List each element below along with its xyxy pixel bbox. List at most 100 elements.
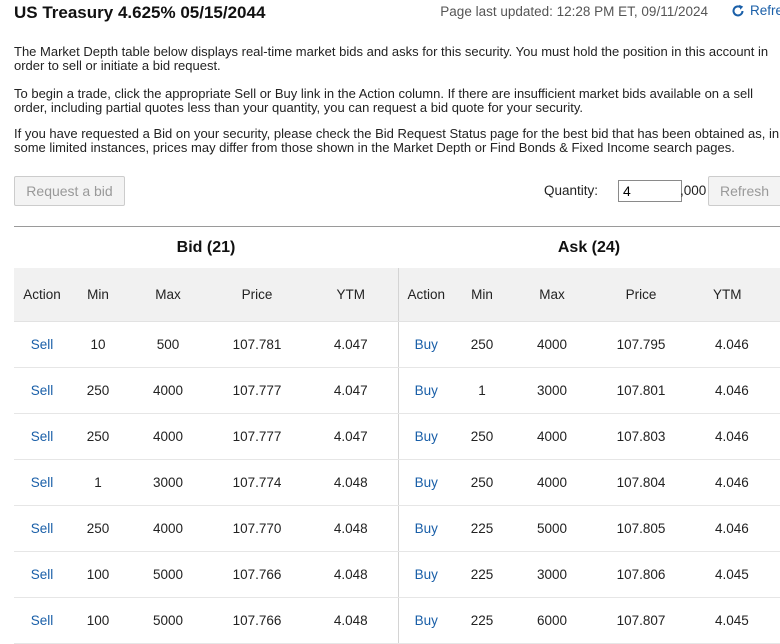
sell-link[interactable]: Sell [31,337,54,352]
bid-price-cell: 107.774 [210,459,304,506]
info-paragraph-3: If you have requested a Bid on your secu… [14,126,780,155]
market-depth-table: Action Min Max Price YTM Action Min Max … [14,268,780,644]
ask-ytm-cell: 4.046 [688,459,780,506]
buy-link[interactable]: Buy [415,567,438,582]
last-updated-text: Page last updated: 12:28 PM ET, 09/11/20… [440,4,708,19]
page-title: US Treasury 4.625% 05/15/2044 [14,3,266,22]
bid-price-cell: 107.777 [210,367,304,414]
bid-price-cell: 107.766 [210,597,304,644]
sell-link[interactable]: Sell [31,383,54,398]
table-row: Sell 100 5000 107.766 4.048 Buy 225 6000… [14,597,780,644]
bid-ytm-cell: 4.047 [304,413,399,460]
bid-min-cell: 10 [70,321,126,368]
ask-ytm-cell: 4.045 [688,551,780,598]
ask-min-cell: 225 [454,505,510,552]
info-paragraph-2: To begin a trade, click the appropriate … [14,86,753,115]
buy-link[interactable]: Buy [415,521,438,536]
bid-ytm-cell: 4.047 [304,321,399,368]
bid-price-cell: 107.781 [210,321,304,368]
bid-price-cell: 107.766 [210,551,304,598]
bid-min-cell: 1 [70,459,126,506]
sell-link[interactable]: Sell [31,475,54,490]
ask-ytm-cell: 4.046 [688,413,780,460]
quantity-suffix: ,000 [680,183,707,198]
ask-min-cell: 225 [454,551,510,598]
ask-max-cell: 4000 [510,459,594,506]
bid-min-cell: 250 [70,367,126,414]
ask-col-action: Action [398,268,454,322]
ask-price-cell: 107.801 [594,367,688,414]
ask-max-cell: 5000 [510,505,594,552]
ask-min-cell: 250 [454,459,510,506]
ask-col-max: Max [510,268,594,322]
ask-price-cell: 107.805 [594,505,688,552]
bid-ytm-cell: 4.048 [304,505,399,552]
request-bid-button[interactable]: Request a bid [14,176,125,206]
table-row: Sell 100 5000 107.766 4.048 Buy 225 3000… [14,551,780,598]
info-paragraph-1: The Market Depth table below displays re… [14,44,769,73]
refresh-button[interactable]: Refresh [708,176,780,206]
bid-min-cell: 100 [70,551,126,598]
buy-link[interactable]: Buy [415,613,438,628]
ask-col-min: Min [454,268,510,322]
bid-price-cell: 107.777 [210,413,304,460]
quantity-input[interactable] [618,180,682,202]
table-row: Sell 250 4000 107.777 4.047 Buy 250 4000… [14,413,780,460]
ask-col-price: Price [594,268,688,322]
bid-ytm-cell: 4.047 [304,367,399,414]
sell-link[interactable]: Sell [31,567,54,582]
table-header-row: Action Min Max Price YTM Action Min Max … [14,268,780,322]
buy-link[interactable]: Buy [415,475,438,490]
ask-max-cell: 3000 [510,551,594,598]
refresh-link[interactable]: Refresh [731,3,780,18]
ask-title: Ask (24) [557,239,621,256]
bid-price-cell: 107.770 [210,505,304,552]
bid-ytm-cell: 4.048 [304,551,399,598]
table-row: Sell 250 4000 107.777 4.047 Buy 1 3000 1… [14,367,780,414]
buy-link[interactable]: Buy [415,429,438,444]
table-row: Sell 1 3000 107.774 4.048 Buy 250 4000 1… [14,459,780,506]
page-header: US Treasury 4.625% 05/15/2044 Page last … [14,0,780,26]
section-divider [14,226,780,227]
refresh-link-label[interactable]: Refresh [750,3,780,18]
bid-max-cell: 5000 [126,597,210,644]
ask-col-ytm: YTM [688,268,780,322]
ask-min-cell: 250 [454,413,510,460]
ask-min-cell: 250 [454,321,510,368]
bid-max-cell: 4000 [126,367,210,414]
ask-price-cell: 107.806 [594,551,688,598]
bid-max-cell: 4000 [126,505,210,552]
ask-max-cell: 6000 [510,597,594,644]
ask-max-cell: 4000 [510,413,594,460]
ask-ytm-cell: 4.046 [688,367,780,414]
ask-price-cell: 107.804 [594,459,688,506]
sell-link[interactable]: Sell [31,613,54,628]
buy-link[interactable]: Buy [415,337,438,352]
bid-title: Bid (21) [176,239,236,256]
ask-max-cell: 4000 [510,321,594,368]
ask-max-cell: 3000 [510,367,594,414]
table-row: Sell 10 500 107.781 4.047 Buy 250 4000 1… [14,321,780,368]
ask-ytm-cell: 4.045 [688,597,780,644]
bid-max-cell: 5000 [126,551,210,598]
ask-ytm-cell: 4.046 [688,321,780,368]
bid-col-ytm: YTM [304,268,399,322]
refresh-icon [732,4,744,16]
sell-link[interactable]: Sell [31,521,54,536]
bid-min-cell: 250 [70,505,126,552]
bid-col-max: Max [126,268,210,322]
bid-max-cell: 3000 [126,459,210,506]
ask-price-cell: 107.807 [594,597,688,644]
bid-max-cell: 4000 [126,413,210,460]
bid-ytm-cell: 4.048 [304,597,399,644]
buy-link[interactable]: Buy [415,383,438,398]
bid-col-min: Min [70,268,126,322]
sell-link[interactable]: Sell [31,429,54,444]
ask-price-cell: 107.795 [594,321,688,368]
table-row: Sell 250 4000 107.770 4.048 Buy 225 5000… [14,505,780,552]
ask-ytm-cell: 4.046 [688,505,780,552]
ask-price-cell: 107.803 [594,413,688,460]
quantity-label: Quantity: [544,183,599,198]
ask-min-cell: 1 [454,367,510,414]
bid-min-cell: 250 [70,413,126,460]
